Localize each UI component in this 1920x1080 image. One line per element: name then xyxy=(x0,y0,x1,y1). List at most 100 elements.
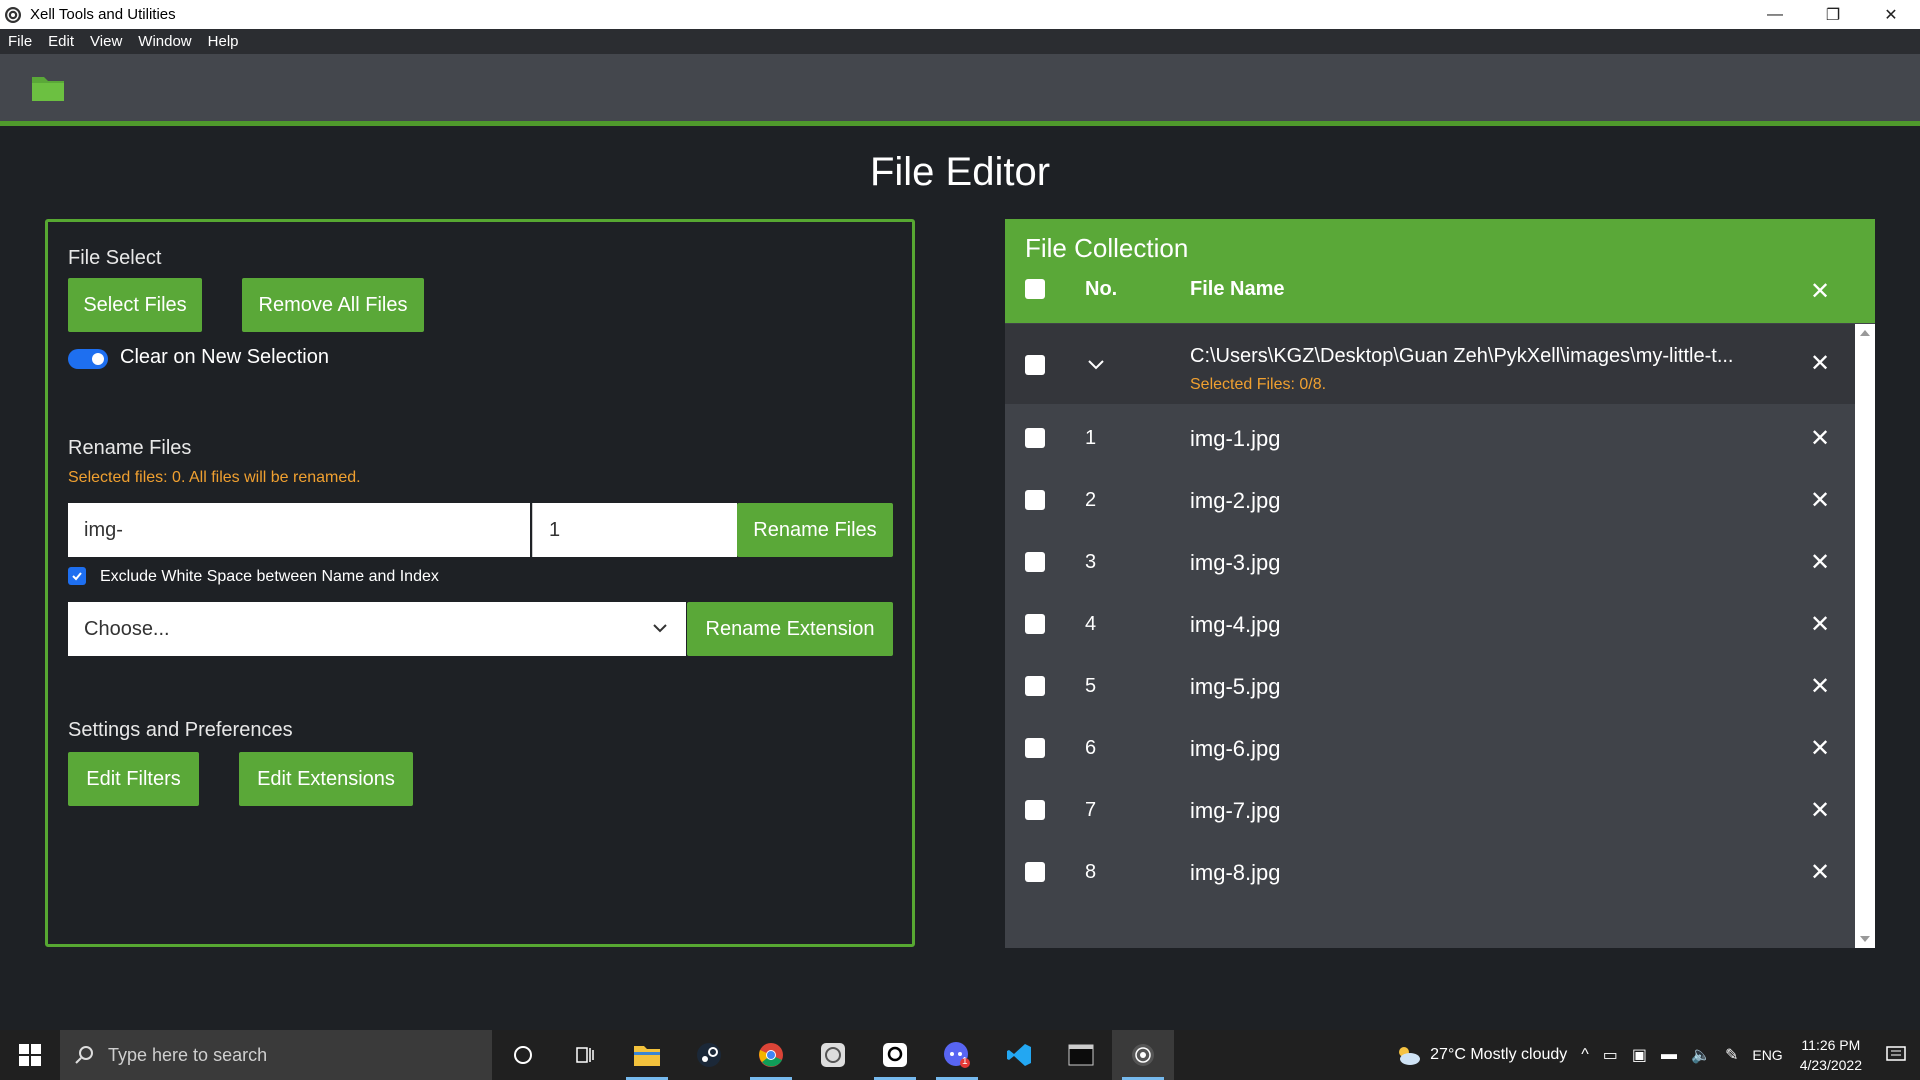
vscode-icon[interactable] xyxy=(988,1030,1050,1080)
file-number: 5 xyxy=(1085,675,1097,697)
notification-badge: 1 xyxy=(962,1056,968,1067)
menu-bar: File Edit View Window Help xyxy=(0,29,1920,54)
chevron-down-icon[interactable] xyxy=(1087,359,1105,371)
file-row[interactable]: 6 img-6.jpg ✕ xyxy=(1005,717,1855,779)
battery-icon[interactable]: ▬ xyxy=(1654,1046,1684,1064)
selected-count: Selected Files: 0/8. xyxy=(1190,376,1327,393)
app-swirl-icon[interactable] xyxy=(802,1030,864,1080)
system-tray: 27°C Mostly cloudy ^ ▭ ▣ ▬ 🔈 ✎ ENG 11:26… xyxy=(1387,1030,1920,1080)
group-checkbox[interactable] xyxy=(1025,355,1045,375)
xell-app-icon[interactable] xyxy=(1112,1030,1174,1080)
file-number: 3 xyxy=(1085,551,1097,573)
menu-view[interactable]: View xyxy=(82,33,130,50)
extension-select-value: Choose... xyxy=(84,617,170,640)
scroll-up-icon[interactable] xyxy=(1860,330,1870,336)
rename-files-button[interactable]: Rename Files xyxy=(737,503,893,557)
folder-path: C:\Users\KGZ\Desktop\Guan Zeh\PykXell\im… xyxy=(1190,345,1734,367)
rename-extension-button[interactable]: Rename Extension xyxy=(687,602,893,656)
restore-button[interactable]: ❐ xyxy=(1804,0,1862,29)
file-name: img-2.jpg xyxy=(1190,488,1281,513)
remove-all-files-button[interactable]: Remove All Files xyxy=(242,278,424,332)
folder-icon[interactable] xyxy=(30,71,66,103)
file-checkbox[interactable] xyxy=(1025,862,1045,882)
rename-warning: Selected files: 0. All files will be ren… xyxy=(68,469,361,486)
file-explorer-icon[interactable] xyxy=(616,1030,678,1080)
volume-icon[interactable]: 🔈 xyxy=(1684,1045,1718,1065)
cortana-icon[interactable] xyxy=(492,1030,554,1080)
menu-window[interactable]: Window xyxy=(130,33,199,50)
discord-icon[interactable]: 1 xyxy=(926,1030,988,1080)
language-indicator[interactable]: ENG xyxy=(1745,1047,1789,1063)
menu-edit[interactable]: Edit xyxy=(40,33,82,50)
steam-icon[interactable] xyxy=(678,1030,740,1080)
name-prefix-input[interactable]: img- xyxy=(68,503,530,557)
app-icon[interactable] xyxy=(864,1030,926,1080)
pen-icon[interactable]: ✎ xyxy=(1718,1045,1745,1065)
remove-group-close-icon[interactable]: ✕ xyxy=(1810,352,1830,376)
remove-file-close-icon[interactable]: ✕ xyxy=(1810,737,1830,761)
clock-time: 11:26 PM xyxy=(1801,1037,1861,1053)
file-checkbox[interactable] xyxy=(1025,676,1045,696)
remove-file-close-icon[interactable]: ✕ xyxy=(1810,861,1830,885)
file-checkbox[interactable] xyxy=(1025,428,1045,448)
clock[interactable]: 11:26 PM 4/23/2022 xyxy=(1790,1035,1872,1075)
file-name: img-6.jpg xyxy=(1190,736,1281,761)
remove-file-close-icon[interactable]: ✕ xyxy=(1810,675,1830,699)
file-number: 7 xyxy=(1085,799,1097,821)
file-row[interactable]: 3 img-3.jpg ✕ xyxy=(1005,531,1855,593)
file-checkbox[interactable] xyxy=(1025,800,1045,820)
chrome-icon[interactable] xyxy=(740,1030,802,1080)
file-row[interactable]: 5 img-5.jpg ✕ xyxy=(1005,655,1855,717)
file-checkbox[interactable] xyxy=(1025,614,1045,634)
app-logo-icon xyxy=(5,6,21,23)
remove-file-close-icon[interactable]: ✕ xyxy=(1810,551,1830,575)
file-row[interactable]: 4 img-4.jpg ✕ xyxy=(1005,593,1855,655)
file-name: img-4.jpg xyxy=(1190,612,1281,637)
file-row[interactable]: 8 img-8.jpg ✕ xyxy=(1005,841,1855,903)
search-placeholder: Type here to search xyxy=(108,1044,268,1065)
menu-file[interactable]: File xyxy=(0,33,40,50)
edit-extensions-button[interactable]: Edit Extensions xyxy=(239,752,413,806)
column-file-name: File Name xyxy=(1190,278,1285,300)
taskbar-search-input[interactable]: Type here to search xyxy=(60,1030,492,1080)
file-checkbox[interactable] xyxy=(1025,490,1045,510)
remove-file-close-icon[interactable]: ✕ xyxy=(1810,613,1830,637)
scroll-down-icon[interactable] xyxy=(1860,936,1870,942)
collection-header: File Collection No. File Name ✕ xyxy=(1005,219,1875,323)
meet-icon[interactable]: ▭ xyxy=(1596,1045,1625,1065)
remove-file-close-icon[interactable]: ✕ xyxy=(1810,427,1830,451)
file-name: img-1.jpg xyxy=(1190,426,1281,451)
file-select-label: File Select xyxy=(68,247,162,269)
window-title: Xell Tools and Utilities xyxy=(30,6,176,23)
file-row[interactable]: 7 img-7.jpg ✕ xyxy=(1005,779,1855,841)
file-name: img-3.jpg xyxy=(1190,550,1281,575)
terminal-icon[interactable] xyxy=(1050,1030,1112,1080)
remove-file-close-icon[interactable]: ✕ xyxy=(1810,489,1830,513)
remove-file-close-icon[interactable]: ✕ xyxy=(1810,799,1830,823)
collection-scrollbar[interactable] xyxy=(1855,324,1875,948)
minimize-button[interactable]: — xyxy=(1746,0,1804,29)
toolbar xyxy=(0,54,1920,126)
file-number: 2 xyxy=(1085,489,1097,511)
weather-widget[interactable]: 27°C Mostly cloudy xyxy=(1387,1044,1574,1066)
start-index-input[interactable]: 1 xyxy=(532,503,737,557)
start-button[interactable] xyxy=(0,1030,60,1080)
clear-on-new-selection-toggle[interactable] xyxy=(68,349,108,369)
file-checkbox[interactable] xyxy=(1025,738,1045,758)
menu-help[interactable]: Help xyxy=(200,33,247,50)
select-all-checkbox[interactable] xyxy=(1025,279,1045,299)
clear-collection-close-icon[interactable]: ✕ xyxy=(1810,280,1830,304)
network-icon[interactable]: ▣ xyxy=(1625,1045,1654,1065)
edit-filters-button[interactable]: Edit Filters xyxy=(68,752,199,806)
file-checkbox[interactable] xyxy=(1025,552,1045,572)
folder-group-row[interactable]: C:\Users\KGZ\Desktop\Guan Zeh\PykXell\im… xyxy=(1005,324,1855,404)
select-files-button[interactable]: Select Files xyxy=(68,278,202,332)
notifications-icon[interactable] xyxy=(1872,1046,1920,1064)
task-view-icon[interactable] xyxy=(554,1030,616,1080)
file-row[interactable]: 2 img-2.jpg ✕ xyxy=(1005,469,1855,531)
chevron-up-icon[interactable]: ^ xyxy=(1574,1046,1596,1064)
file-row[interactable]: 1 img-1.jpg ✕ xyxy=(1005,407,1855,469)
exclude-whitespace-checkbox[interactable] xyxy=(68,567,86,585)
close-window-button[interactable]: ✕ xyxy=(1862,0,1920,29)
extension-select[interactable]: Choose... xyxy=(68,602,686,656)
